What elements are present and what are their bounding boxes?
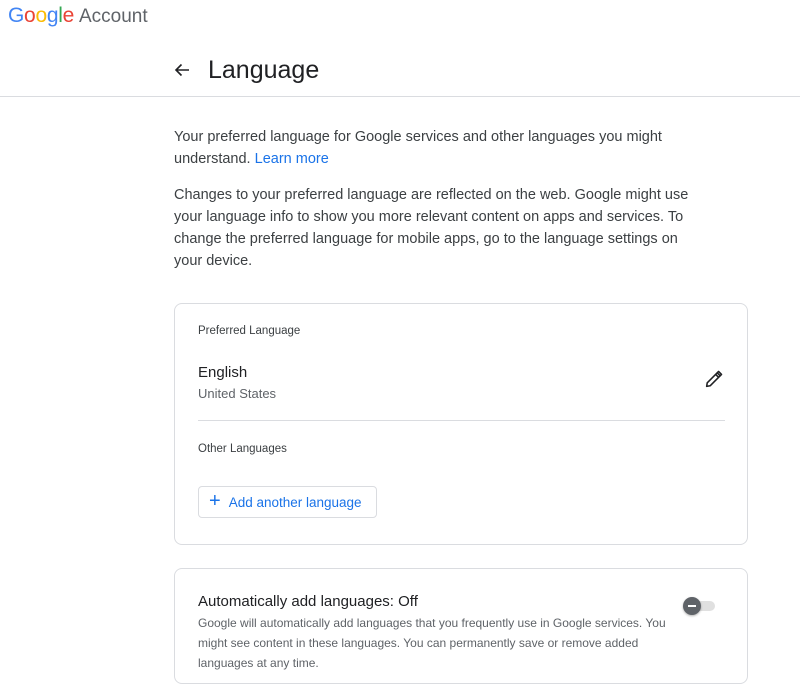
preferred-language-label: Preferred Language (198, 325, 301, 337)
top-bar: Google Account (0, 0, 800, 36)
google-account-logo[interactable]: Google Account (8, 4, 148, 28)
page-title: Language (208, 56, 320, 84)
page-header: Language (0, 40, 800, 97)
logo-letter: o (24, 4, 36, 27)
learn-more-link[interactable]: Learn more (255, 151, 329, 167)
preferred-language-region: United States (198, 386, 277, 401)
product-name: Account (78, 6, 148, 27)
intro-sentence: Your preferred language for Google servi… (174, 129, 662, 167)
google-logo: Google (8, 4, 74, 28)
auto-add-toggle[interactable] (683, 596, 717, 616)
add-another-language-button[interactable]: + Add another language (198, 486, 377, 518)
auto-add-description: Google will automatically add languages … (198, 616, 666, 670)
logo-letter: G (8, 4, 25, 27)
plus-icon: + (209, 490, 221, 512)
intro-text: Your preferred language for Google servi… (174, 126, 694, 170)
toggle-thumb (683, 597, 701, 615)
add-language-label: Add another language (228, 494, 362, 510)
logo-letter: o (35, 4, 47, 27)
auto-add-title: Automatically add languages: Off (198, 593, 418, 610)
intro-details: Changes to your preferred language are r… (174, 187, 689, 269)
languages-card: Preferred Language English United States… (174, 303, 748, 545)
logo-letter: g (46, 4, 59, 27)
card-divider (198, 420, 725, 421)
arrow-left-icon[interactable] (172, 60, 192, 80)
auto-add-languages-card: Automatically add languages: Off Google … (174, 568, 748, 684)
logo-letter: e (62, 4, 75, 27)
other-languages-label: Other Languages (198, 443, 287, 455)
pencil-icon[interactable] (703, 368, 725, 390)
preferred-language-name: English (198, 364, 248, 381)
